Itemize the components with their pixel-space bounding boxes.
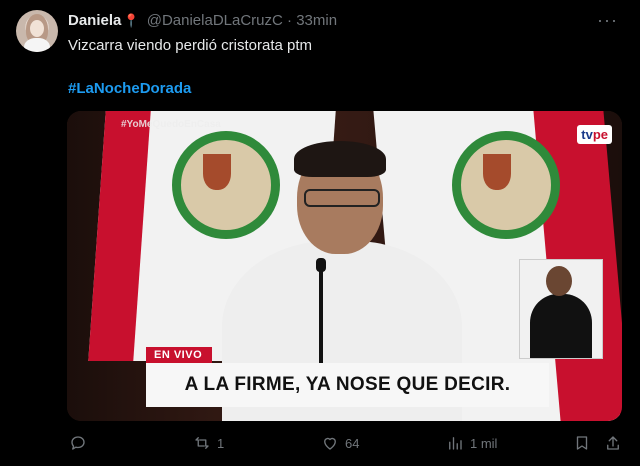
overlay-hashtag: #YoMeQuedoEnCasa — [121, 119, 221, 130]
channel-logo: tvpe — [577, 125, 612, 144]
tweet-media[interactable]: #YoMeQuedoEnCasa tvpe EN VIVO A LA FIRME… — [67, 111, 622, 421]
coat-of-arms-right — [452, 131, 560, 239]
like-icon — [324, 437, 336, 450]
share-icon — [607, 436, 619, 450]
news-caption: A LA FIRME, YA NOSE QUE DECIR. — [146, 363, 549, 407]
retweet-icon — [195, 437, 209, 449]
share-button[interactable] — [604, 430, 622, 456]
more-icon[interactable]: ··· — [597, 10, 618, 31]
hashtag-link[interactable]: #LaNocheDorada — [68, 79, 191, 99]
live-label: EN VIVO — [146, 347, 213, 363]
avatar[interactable] — [16, 10, 58, 52]
views-count: 1 mil — [470, 435, 498, 451]
sign-language-interpreter — [519, 259, 603, 359]
tweet-text: Vizcarra viendo perdió cristorata ptm — [68, 37, 312, 54]
like-count: 64 — [345, 435, 360, 451]
timestamp[interactable]: 33min — [296, 12, 337, 29]
author-name[interactable]: Daniela — [68, 12, 121, 29]
separator-dot: · — [287, 12, 293, 29]
bookmark-button[interactable] — [573, 430, 591, 456]
tweet-actions: 1 64 1 mil — [0, 430, 640, 456]
views-button[interactable]: 1 mil — [446, 430, 497, 456]
author-handle[interactable]: @DanielaDLaCruzC — [147, 12, 283, 29]
retweet-button[interactable]: 1 — [193, 430, 224, 456]
views-icon — [449, 437, 462, 450]
like-button[interactable]: 64 — [321, 430, 359, 456]
reply-button[interactable] — [69, 430, 93, 456]
retweet-count: 1 — [217, 435, 225, 451]
bookmark-icon — [576, 436, 588, 450]
reply-icon — [71, 436, 85, 450]
pin-emoji-icon: 📍 — [123, 13, 140, 28]
tweet-header: Daniela 📍 @DanielaDLaCruzC · 33min — [68, 11, 337, 31]
